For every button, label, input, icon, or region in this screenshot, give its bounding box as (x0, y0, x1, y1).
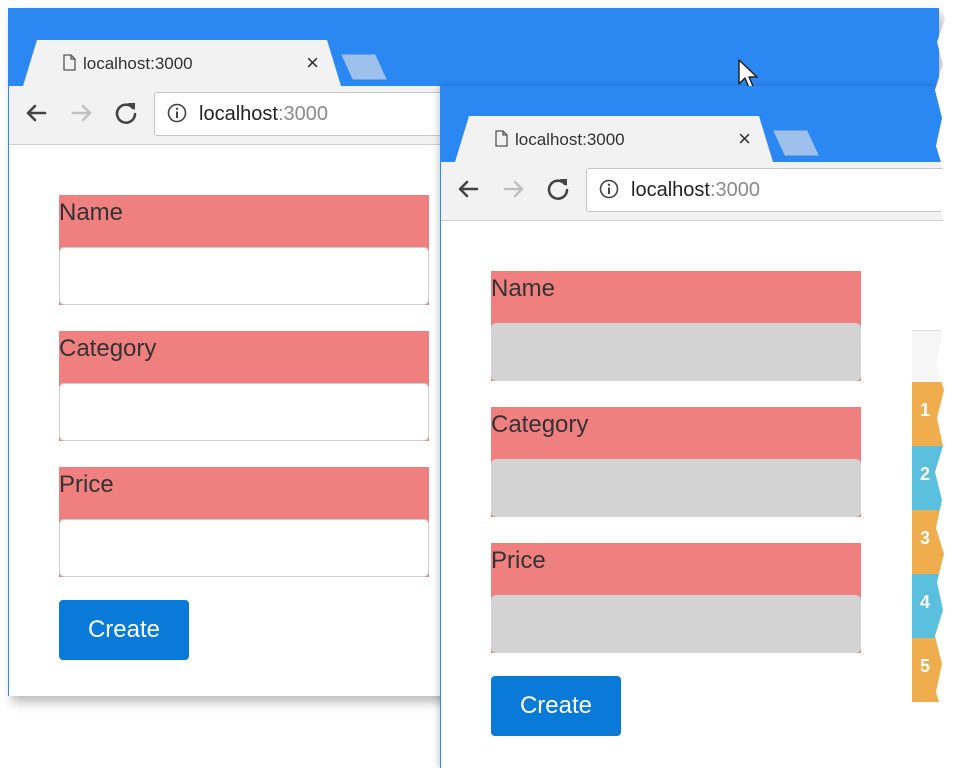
price-input[interactable] (491, 595, 861, 653)
url-text: localhost:3000 (199, 103, 328, 126)
page-icon (63, 54, 76, 71)
page-icon (495, 130, 508, 147)
tab-localhost[interactable]: localhost:3000 × (455, 116, 773, 162)
back-arrow-icon[interactable] (21, 98, 51, 128)
browser-toolbar: localhost:3000 (441, 162, 955, 221)
address-bar[interactable]: localhost:3000 (586, 168, 955, 212)
url-port: :3000 (277, 103, 328, 125)
tab-title: localhost:3000 (515, 130, 625, 149)
price-label: Price (491, 547, 546, 574)
tab-localhost[interactable]: localhost:3000 × (23, 40, 341, 86)
category-form-group: Category (491, 407, 861, 517)
tab-title: localhost:3000 (83, 54, 193, 73)
tab-strip: localhost:3000 × (9, 8, 939, 86)
reload-icon[interactable] (543, 174, 573, 204)
url-text: localhost:3000 (631, 179, 760, 202)
reload-icon[interactable] (111, 98, 141, 128)
close-icon[interactable]: × (306, 50, 319, 76)
browser-window-front: localhost:3000 × localhost:3000 Name Cat… (440, 86, 955, 768)
name-input[interactable] (59, 247, 429, 305)
info-icon[interactable] (167, 103, 187, 123)
name-form-group: Name (59, 195, 429, 305)
forward-arrow-icon[interactable] (499, 174, 529, 204)
price-input[interactable] (59, 519, 429, 577)
price-form-group: Price (59, 467, 429, 577)
name-input[interactable] (491, 323, 861, 381)
price-label: Price (59, 471, 114, 498)
url-host: localhost (199, 103, 278, 125)
price-form-group: Price (491, 543, 861, 653)
new-tab-button[interactable] (341, 54, 387, 80)
category-input[interactable] (491, 459, 861, 517)
name-label: Name (491, 275, 556, 302)
create-button[interactable]: Create (59, 600, 189, 660)
url-port: :3000 (709, 179, 760, 201)
url-host: localhost (631, 179, 710, 201)
tab-strip: localhost:3000 × (441, 86, 955, 162)
info-icon[interactable] (599, 179, 619, 199)
forward-arrow-icon[interactable] (67, 98, 97, 128)
category-label: Category (59, 335, 157, 362)
back-arrow-icon[interactable] (453, 174, 483, 204)
create-button[interactable]: Create (491, 676, 621, 736)
category-label: Category (491, 411, 589, 438)
torn-edge (935, 0, 955, 768)
name-form-group: Name (491, 271, 861, 381)
new-tab-button[interactable] (773, 130, 819, 156)
name-label: Name (59, 199, 124, 226)
category-form-group: Category (59, 331, 429, 441)
page-content: Name Category Price Create (441, 221, 955, 768)
category-input[interactable] (59, 383, 429, 441)
close-icon[interactable]: × (738, 126, 751, 152)
